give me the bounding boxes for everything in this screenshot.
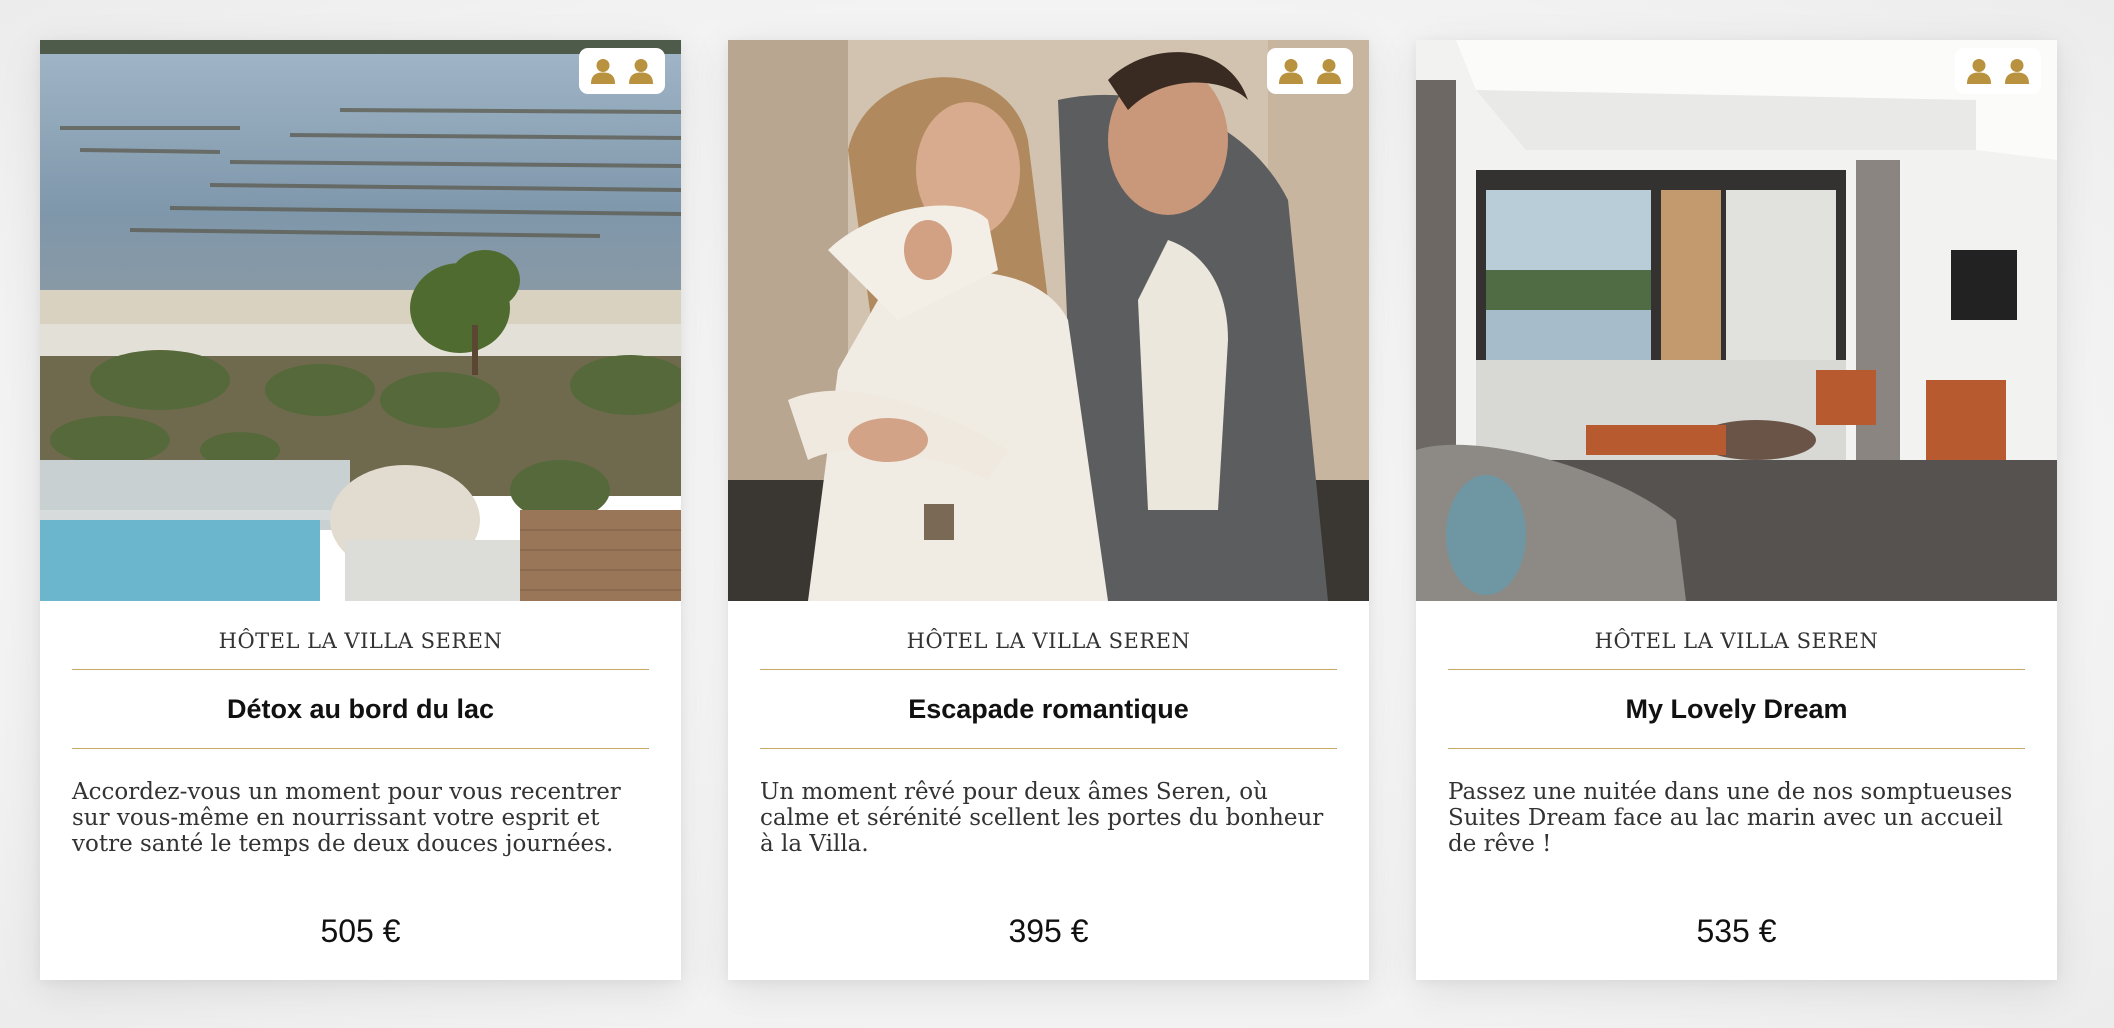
hotel-name: HÔTEL LA VILLA SEREN [218, 629, 503, 653]
divider [760, 748, 1337, 749]
lake-view-photo [40, 40, 681, 601]
person-icon [629, 59, 653, 84]
offer-description: Accordez-vous un moment pour vous recent… [72, 779, 621, 857]
hotel-name: HÔTEL LA VILLA SEREN [1594, 629, 1879, 653]
divider [72, 748, 649, 749]
offer-title[interactable]: Détox au bord du lac [72, 670, 649, 748]
offer-card-escapade[interactable]: HÔTEL LA VILLA SEREN Escapade romantique… [728, 40, 1369, 980]
hotel-name: HÔTEL LA VILLA SEREN [906, 629, 1191, 653]
offer-price: 395 € [1008, 913, 1089, 949]
suite-room-photo [1416, 40, 2057, 601]
person-icon [1317, 59, 1341, 84]
offer-price: 535 € [1696, 913, 1777, 949]
couple-photo [728, 40, 1369, 601]
offer-price: 505 € [320, 913, 401, 949]
offer-title[interactable]: Escapade romantique [760, 670, 1337, 748]
offer-title[interactable]: My Lovely Dream [1448, 670, 2025, 748]
guests-badge [579, 48, 665, 94]
guests-badge [1955, 48, 2041, 94]
person-icon [1279, 59, 1303, 84]
person-icon [591, 59, 615, 84]
person-icon [1967, 59, 1991, 84]
offer-description: Un moment rêvé pour deux âmes Seren, où … [760, 779, 1324, 857]
offers-grid: HÔTEL LA VILLA SEREN Détox au bord du la… [0, 0, 2114, 1028]
person-icon [2005, 59, 2029, 84]
offer-card-detox[interactable]: HÔTEL LA VILLA SEREN Détox au bord du la… [40, 40, 681, 980]
guests-badge [1267, 48, 1353, 94]
divider [1448, 748, 2025, 749]
offer-description: Passez une nuitée dans une de nos somptu… [1448, 779, 2013, 857]
offer-card-lovely-dream[interactable]: HÔTEL LA VILLA SEREN My Lovely Dream Pas… [1416, 40, 2057, 980]
